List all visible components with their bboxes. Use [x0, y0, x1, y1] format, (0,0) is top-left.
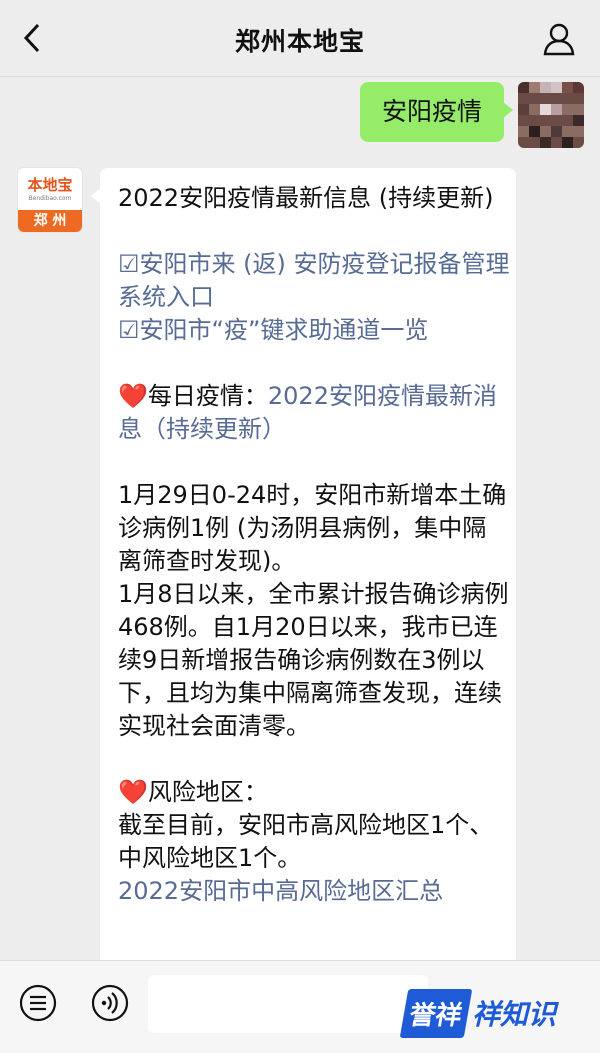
top-nav-bar: 郑州本地宝: [0, 0, 600, 77]
message-input[interactable]: [148, 975, 428, 1033]
risk-section: ❤️风险地区：: [118, 776, 510, 809]
registration-link[interactable]: ☑安阳市来 (返) 安防疫登记报备管理系统入口: [118, 248, 510, 314]
bottom-input-bar: 誉祥 祥知识: [0, 960, 600, 1053]
risk-label: 风险地区：: [147, 778, 268, 806]
watermark-badge: 誉祥: [399, 988, 473, 1038]
risk-text: 截至目前，安阳市高风险地区1个、中风险地区1个。: [118, 811, 494, 872]
risk-areas-link[interactable]: 2022安阳市中高风险地区汇总: [118, 875, 510, 908]
logo-url: Bendibao.com: [28, 195, 72, 202]
outgoing-message: 安阳疫情: [359, 82, 584, 148]
daily-section: ❤️每日疫情：2022安阳疫情最新消息（持续更新）: [118, 380, 510, 446]
voice-icon[interactable]: [90, 983, 130, 1023]
daily-label: 每日疫情：: [147, 382, 268, 410]
heart-icon: ❤️: [118, 778, 148, 806]
daily-report: 1月29日0-24时，安阳市新增本土确诊病例1例 (为汤阴县病例，集中隔离筛查时…: [118, 481, 507, 575]
heart-icon: ❤️: [118, 382, 148, 410]
page-title: 郑州本地宝: [234, 27, 365, 56]
logo-city: 郑 州: [18, 210, 82, 232]
incoming-message-bubble: 2022安阳疫情最新信息 (持续更新) ☑安阳市来 (返) 安防疫登记报备管理系…: [91, 168, 516, 998]
user-avatar[interactable]: [518, 82, 584, 148]
watermark-logo: 誉祥 祥知识: [399, 983, 590, 1043]
logo-text: 本地宝: [27, 176, 73, 194]
watermark-text: 祥知识: [472, 998, 557, 1031]
profile-icon[interactable]: [540, 20, 578, 58]
cumulative-summary: 1月8日以来，全市累计报告确诊病例468例。自1月20日以来，我市已连续9日新增…: [118, 580, 509, 740]
outgoing-bubble[interactable]: 安阳疫情: [359, 82, 514, 142]
help-channel-link[interactable]: ☑安阳市“疫”键求助通道一览: [118, 314, 510, 347]
official-account-avatar[interactable]: 本地宝 Bendibao.com 郑 州: [18, 168, 82, 232]
menu-icon[interactable]: [18, 983, 58, 1023]
message-title: 2022安阳疫情最新信息 (持续更新): [118, 184, 494, 212]
